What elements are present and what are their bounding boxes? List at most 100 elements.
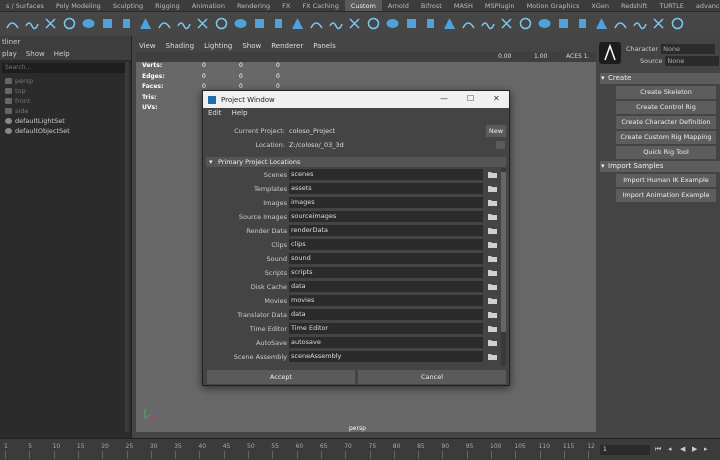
location-field[interactable]: scenes	[289, 169, 483, 180]
location-field[interactable]: images	[289, 197, 483, 208]
shelf-tab[interactable]: TURTLE	[653, 0, 689, 11]
outliner-item[interactable]: persp	[0, 76, 131, 86]
folder-icon[interactable]	[488, 212, 497, 221]
folder-icon[interactable]	[488, 338, 497, 347]
shelf-tool-icon[interactable]	[156, 15, 173, 32]
shelf-tool-icon[interactable]	[61, 15, 78, 32]
outliner-scrollbar[interactable]	[125, 62, 129, 432]
shelf-tool-icon[interactable]	[213, 15, 230, 32]
location-field[interactable]: sound	[289, 253, 483, 264]
location-field[interactable]: autosave	[289, 337, 483, 348]
outliner-item[interactable]: front	[0, 96, 131, 106]
shelf-tool-icon[interactable]	[498, 15, 515, 32]
shelf-tool-icon[interactable]	[593, 15, 610, 32]
location-field[interactable]: renderData	[289, 225, 483, 236]
outliner-item[interactable]: defaultLightSet	[0, 116, 131, 126]
location-field[interactable]: scripts	[289, 267, 483, 278]
shelf-tool-icon[interactable]	[289, 15, 306, 32]
shelf-tool-icon[interactable]	[650, 15, 667, 32]
shelf-tool-icon[interactable]	[669, 15, 686, 32]
location-field[interactable]: clips	[289, 239, 483, 250]
character-select[interactable]: None	[661, 43, 716, 54]
viewport-menu-item[interactable]: Renderer	[271, 40, 303, 52]
shelf-tool-icon[interactable]	[403, 15, 420, 32]
maximize-icon[interactable]: ☐	[467, 94, 474, 103]
dialog-scroll-thumb[interactable]	[501, 172, 506, 332]
shelf-tab[interactable]: FX Caching	[296, 0, 345, 11]
shelf-tool-icon[interactable]	[536, 15, 553, 32]
shelf-tab[interactable]: MASH	[448, 0, 479, 11]
minimize-icon[interactable]: —	[440, 94, 448, 103]
new-project-button[interactable]: New	[486, 125, 506, 137]
shelf-tab[interactable]: Custom	[344, 0, 382, 11]
shelf-tool-icon[interactable]	[118, 15, 135, 32]
hik-create-button[interactable]: Create Custom Rig Mapping	[616, 131, 716, 144]
shelf-tab[interactable]: s / Surfaces	[0, 0, 50, 11]
dialog-scrollbar[interactable]	[501, 168, 506, 366]
play-forward-icon[interactable]: ▶	[692, 445, 697, 453]
hik-create-button[interactable]: Create Character Definition	[616, 116, 716, 129]
hik-create-button[interactable]: Create Control Rig	[616, 101, 716, 114]
shelf-tool-icon[interactable]	[631, 15, 648, 32]
accept-button[interactable]: Accept	[207, 370, 355, 384]
shelf-tab[interactable]: Bifrost	[415, 0, 448, 11]
viewport-menu-item[interactable]: Lighting	[204, 40, 232, 52]
shelf-tool-icon[interactable]	[251, 15, 268, 32]
gamma-value[interactable]: 1.00	[534, 53, 547, 60]
shelf-tool-icon[interactable]	[42, 15, 59, 32]
close-icon[interactable]: ✕	[493, 94, 500, 103]
shelf-tool-icon[interactable]	[308, 15, 325, 32]
step-forward-icon[interactable]: ▸	[704, 445, 708, 453]
viewport-menu-item[interactable]: Panels	[313, 40, 336, 52]
hik-create-button[interactable]: Quick Rig Tool	[616, 146, 716, 159]
time-slider[interactable]: 1 5 10 15 20 25 30 35 40 45 50 55 60 65 70 75 80 85 90 95 10…	[0, 438, 720, 460]
folder-icon[interactable]	[488, 254, 497, 263]
folder-icon[interactable]	[488, 352, 497, 361]
shelf-tool-icon[interactable]	[365, 15, 382, 32]
exposure-value[interactable]: 0.00	[498, 53, 511, 60]
go-to-start-icon[interactable]: ⏮	[655, 445, 661, 454]
location-field[interactable]: assets	[289, 183, 483, 194]
shelf-tab[interactable]: advanced	[690, 0, 720, 11]
cancel-button[interactable]: Cancel	[358, 370, 506, 384]
folder-icon[interactable]	[488, 240, 497, 249]
play-back-icon[interactable]: ◀	[680, 445, 685, 453]
dialog-menu-item[interactable]: Help	[232, 108, 248, 119]
folder-icon[interactable]	[488, 310, 497, 319]
shelf-tab[interactable]: Rendering	[231, 0, 276, 11]
shelf-tool-icon[interactable]	[194, 15, 211, 32]
location-field[interactable]: data	[289, 309, 483, 320]
shelf-tab[interactable]: Sculpting	[107, 0, 149, 11]
shelf-tool-icon[interactable]	[346, 15, 363, 32]
folder-icon[interactable]	[488, 268, 497, 277]
folder-icon[interactable]	[488, 198, 497, 207]
shelf-tool-icon[interactable]	[517, 15, 534, 32]
location-field[interactable]: Time Editor	[289, 323, 483, 334]
shelf-tool-icon[interactable]	[327, 15, 344, 32]
shelf-tab[interactable]: Poly Modeling	[50, 0, 107, 11]
import-samples-section-header[interactable]: Import Samples	[600, 161, 720, 172]
shelf-tool-icon[interactable]	[479, 15, 496, 32]
shelf-tab[interactable]: XGen	[585, 0, 615, 11]
viewport-menu-item[interactable]: View	[139, 40, 156, 52]
viewport-menu-item[interactable]: Shading	[166, 40, 194, 52]
shelf-tab[interactable]: Animation	[186, 0, 231, 11]
hik-create-button[interactable]: Create Skeleton	[616, 86, 716, 99]
shelf-tool-icon[interactable]	[80, 15, 97, 32]
folder-icon[interactable]	[488, 184, 497, 193]
shelf-tool-icon[interactable]	[574, 15, 591, 32]
outliner-item[interactable]: side	[0, 106, 131, 116]
hik-import-sample-button[interactable]: Import Human IK Example	[616, 174, 716, 187]
location-field[interactable]: sourceimages	[289, 211, 483, 222]
step-back-icon[interactable]: ◂	[668, 445, 672, 453]
shelf-tab[interactable]: Arnold	[382, 0, 415, 11]
colorspace-label[interactable]: ACES 1.	[566, 53, 589, 60]
shelf-tab[interactable]: FX	[276, 0, 296, 11]
shelf-tab[interactable]: MSPlugin	[479, 0, 521, 11]
shelf-tool-icon[interactable]	[460, 15, 477, 32]
create-section-header[interactable]: Create	[600, 73, 720, 84]
source-select[interactable]: None	[665, 55, 720, 66]
shelf-tab[interactable]: Redshift	[615, 0, 653, 11]
shelf-tool-icon[interactable]	[99, 15, 116, 32]
current-frame-field[interactable]: 1	[600, 445, 650, 455]
